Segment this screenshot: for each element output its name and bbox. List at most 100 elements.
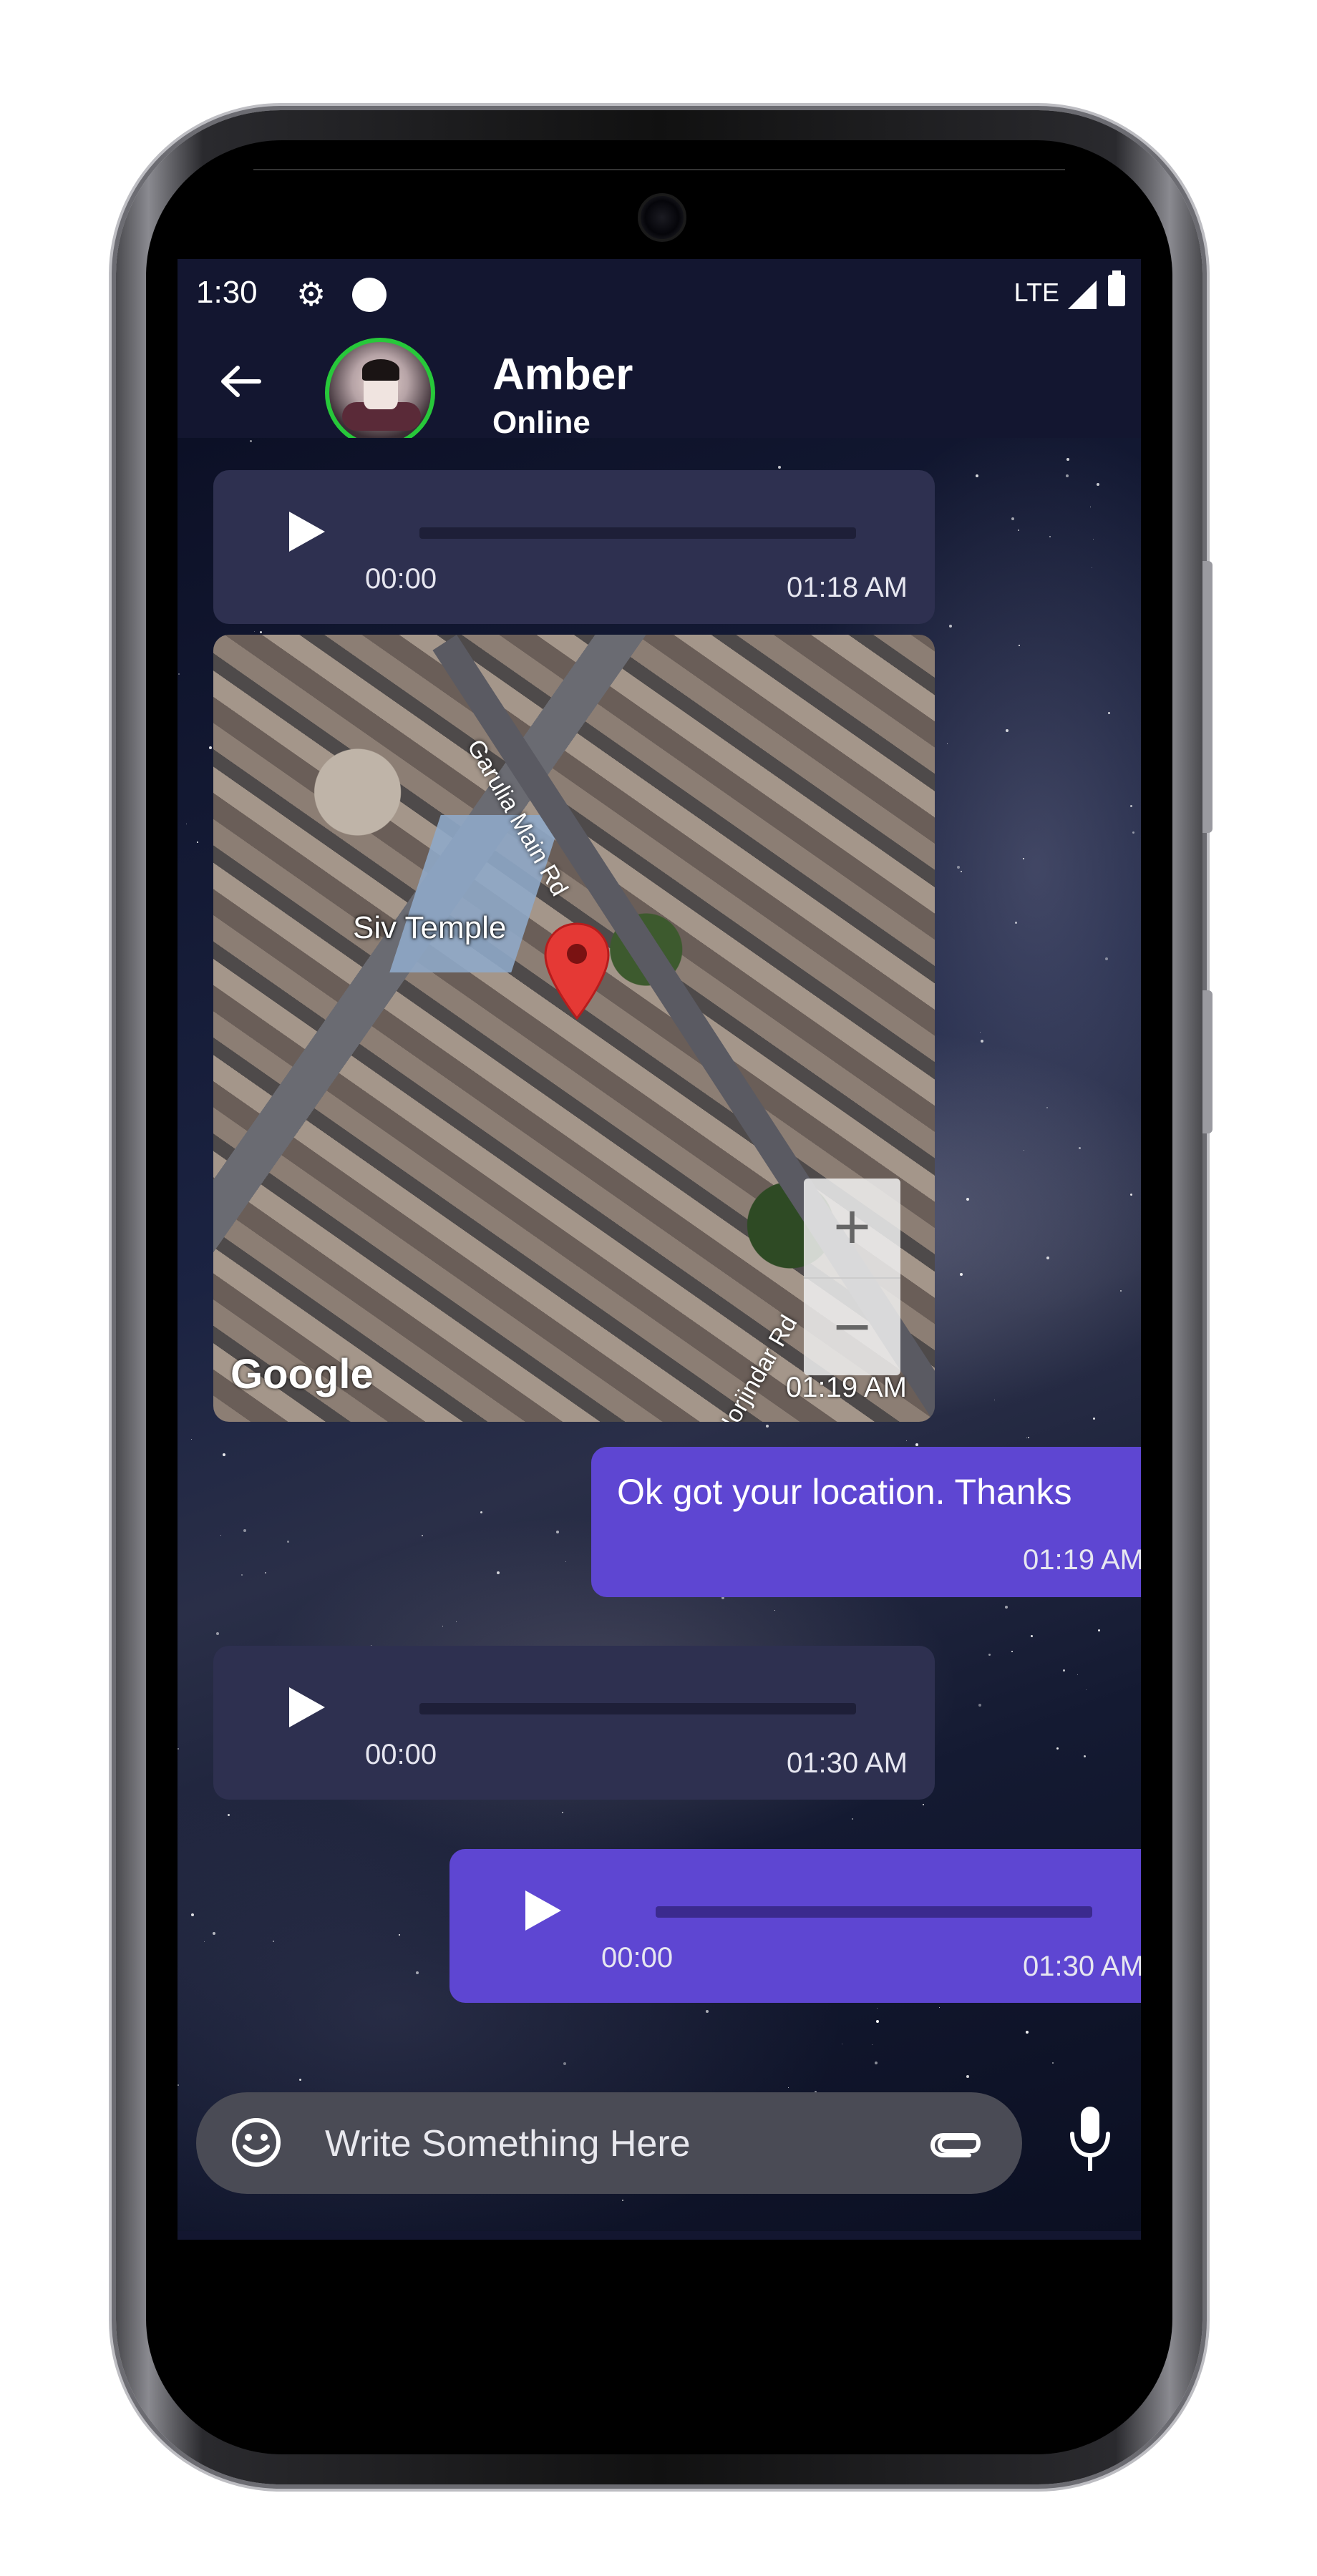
contact-name[interactable]: Amber [492,349,633,400]
voice-duration: 00:00 [601,1942,674,1974]
play-icon[interactable] [289,512,325,552]
play-icon[interactable] [525,1890,561,1931]
star [774,1610,775,1611]
star [1105,957,1108,960]
avatar[interactable] [325,338,435,448]
star [788,2087,789,2088]
star [1108,712,1110,714]
system-nav-bar [178,2231,1141,2240]
star [1018,530,1019,531]
star [1130,805,1132,807]
star [1086,1689,1087,1690]
star [706,2010,709,2013]
star [1056,1747,1059,1750]
audio-progress-track[interactable] [419,527,856,539]
star [1066,458,1069,461]
message-composer [196,2092,1022,2195]
star [1079,1147,1081,1149]
contact-status: Online [492,405,591,440]
location-map[interactable]: Garulia Main Rd Horjindar Rd Siv Temple … [213,635,935,1422]
earpiece [253,169,1065,170]
star [480,1511,482,1513]
star [178,1748,179,1750]
star [957,866,960,869]
star [228,1814,230,1816]
status-time: 1:30 [196,275,258,310]
star [622,2200,623,2201]
map-pin-icon [544,922,610,1020]
message-timestamp: 01:30 AM [786,1747,908,1779]
star [981,1040,983,1043]
star [422,1535,423,1536]
star [988,1654,991,1656]
avatar-hair [362,359,399,381]
microphone-icon[interactable] [1065,2104,1115,2175]
star [287,1541,289,1543]
star [191,1439,192,1440]
voice-message-incoming: 00:00 01:30 AM [213,1646,935,1800]
gear-icon: ⚙ [296,275,326,313]
star [497,1571,500,1574]
paperclip-icon[interactable] [922,2122,986,2165]
star [1077,1674,1078,1675]
star [399,1934,400,1936]
voice-message-outgoing: 00:00 01:30 AM [449,1849,1141,2003]
star [1130,1194,1132,1196]
arrow-left-icon[interactable] [219,364,262,399]
star [1006,729,1009,732]
play-icon[interactable] [289,1687,325,1727]
zoom-in-button[interactable]: + [804,1179,900,1277]
star [1052,2062,1054,2064]
star [980,1032,981,1033]
star [1028,1437,1029,1438]
status-bar: 1:30 ⚙ LTE [178,259,1141,323]
message-timestamp: 01:30 AM [1022,1951,1141,1982]
app-screen: 1:30 ⚙ LTE Amber Online 00:00 01:18 AM G… [178,259,1141,2240]
star [1132,831,1134,834]
chat-area[interactable]: 00:00 01:18 AM Garulia Main Rd Horjindar… [178,438,1141,2231]
star [1015,922,1017,924]
map-road-label: Horjindar Rd [711,1310,803,1422]
star [1023,858,1024,859]
star [1066,474,1069,477]
star [260,631,262,633]
audio-progress-track[interactable] [656,1906,1092,1918]
star [1046,1257,1049,1259]
star [254,631,255,632]
emoji-icon[interactable] [230,2117,282,2168]
star [209,746,212,749]
audio-progress-track[interactable] [419,1703,856,1714]
battery-icon [1108,270,1125,306]
star [1097,483,1099,486]
star [872,2044,873,2045]
phone-screen-bezel: 1:30 ⚙ LTE Amber Online 00:00 01:18 AM G… [146,140,1172,2454]
star [1063,1669,1065,1672]
voice-message-incoming: 00:00 01:18 AM [213,470,935,624]
star [876,2020,879,2023]
star [875,2062,878,2064]
text-message-outgoing: Ok got your location. Thanks 01:19 AM [591,1447,1141,1597]
star [966,2075,969,2078]
star [1031,1635,1033,1637]
star [1011,1651,1013,1652]
star [1093,539,1094,540]
star [1084,1755,1086,1757]
phone-frame: 1:30 ⚙ LTE Amber Online 00:00 01:18 AM G… [116,110,1212,2484]
star [978,1704,981,1707]
voice-duration: 00:00 [365,563,437,595]
star [766,1425,769,1428]
star [976,474,978,477]
zoom-out-button[interactable]: − [804,1277,900,1377]
star [949,625,952,628]
star [265,1572,266,1574]
message-text: Ok got your location. Thanks [617,1472,1072,1512]
star [220,1535,221,1536]
star [223,1453,225,1456]
chat-header: Amber Online [178,323,1141,448]
star [273,1941,274,1942]
star [1019,645,1020,646]
star [299,2079,301,2081]
star [939,2007,940,2008]
message-input[interactable] [324,2092,899,2195]
star [243,1529,246,1532]
